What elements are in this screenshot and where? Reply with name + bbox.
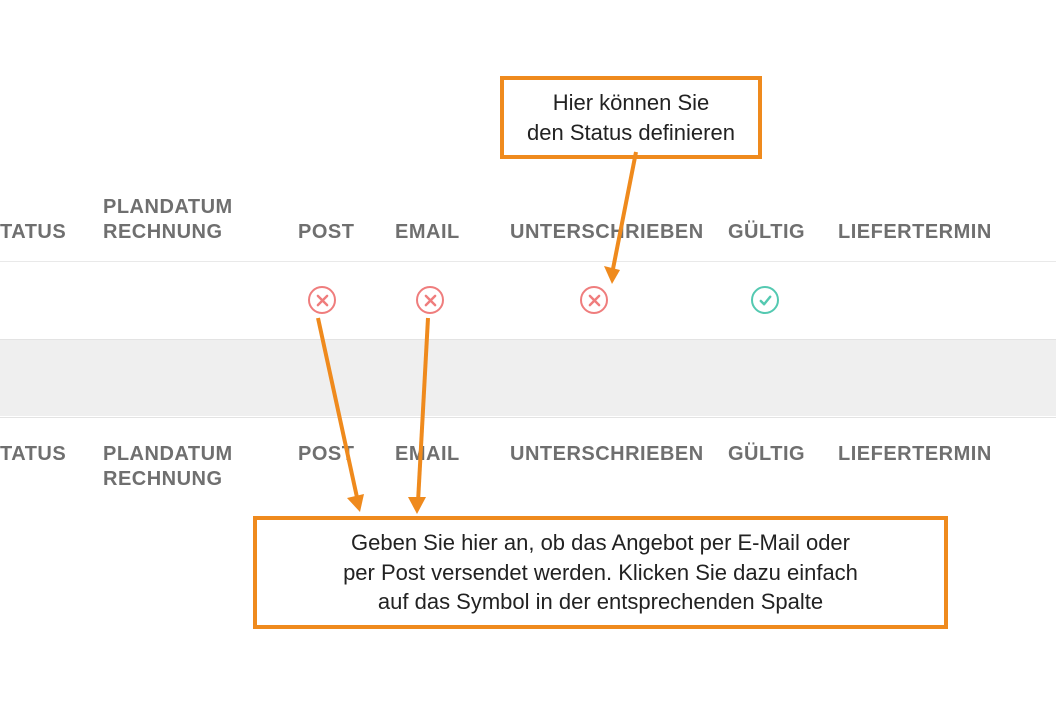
status-toggle-email[interactable]	[416, 286, 444, 314]
callout-line: Hier können Sie	[522, 88, 740, 118]
column-header-unterschrieben: UNTERSCHRIEBEN	[510, 442, 710, 467]
callout-line: auf das Symbol in der entsprechenden Spa…	[275, 587, 926, 617]
status-toggle-post[interactable]	[308, 286, 336, 314]
column-header-email: EMAIL	[395, 442, 495, 467]
table-section-separator	[0, 340, 1056, 416]
column-header-status: TATUS	[0, 220, 95, 245]
x-icon	[416, 286, 444, 314]
arrow-head-icon	[347, 494, 364, 512]
check-icon	[751, 286, 779, 314]
column-header-email: EMAIL	[395, 220, 495, 245]
status-toggle-unterschrieben[interactable]	[580, 286, 608, 314]
arrow-head-icon	[604, 266, 620, 284]
row-divider	[0, 261, 1056, 262]
x-icon	[580, 286, 608, 314]
arrow-head-icon	[408, 497, 426, 514]
row-divider	[0, 417, 1056, 418]
x-icon	[308, 286, 336, 314]
column-header-gueltig: GÜLTIG	[728, 220, 828, 245]
column-header-post: POST	[298, 220, 378, 245]
column-header-plandatum: PLANDATUM RECHNUNG	[103, 442, 273, 492]
header-line: RECHNUNG	[103, 467, 273, 492]
column-header-gueltig: GÜLTIG	[728, 442, 828, 467]
header-line: RECHNUNG	[103, 220, 273, 245]
annotated-table-screenshot: Hier können Sie den Status definieren TA…	[0, 0, 1056, 708]
callout-status-define: Hier können Sie den Status definieren	[500, 76, 762, 159]
column-header-liefertermin: LIEFERTERMIN	[838, 442, 1056, 467]
column-header-plandatum: PLANDATUM RECHNUNG	[103, 195, 273, 245]
callout-post-email-instruction: Geben Sie hier an, ob das Angebot per E-…	[253, 516, 948, 629]
callout-line: Geben Sie hier an, ob das Angebot per E-…	[275, 528, 926, 558]
status-toggle-gueltig[interactable]	[751, 286, 779, 314]
column-header-status: TATUS	[0, 442, 95, 467]
callout-line: per Post versendet werden. Klicken Sie d…	[275, 558, 926, 588]
column-header-post: POST	[298, 442, 378, 467]
column-header-liefertermin: LIEFERTERMIN	[838, 220, 1056, 245]
column-header-unterschrieben: UNTERSCHRIEBEN	[510, 220, 710, 245]
header-line: PLANDATUM	[103, 442, 273, 467]
header-line: PLANDATUM	[103, 195, 273, 220]
arrow-line	[612, 152, 636, 274]
callout-line: den Status definieren	[522, 118, 740, 148]
